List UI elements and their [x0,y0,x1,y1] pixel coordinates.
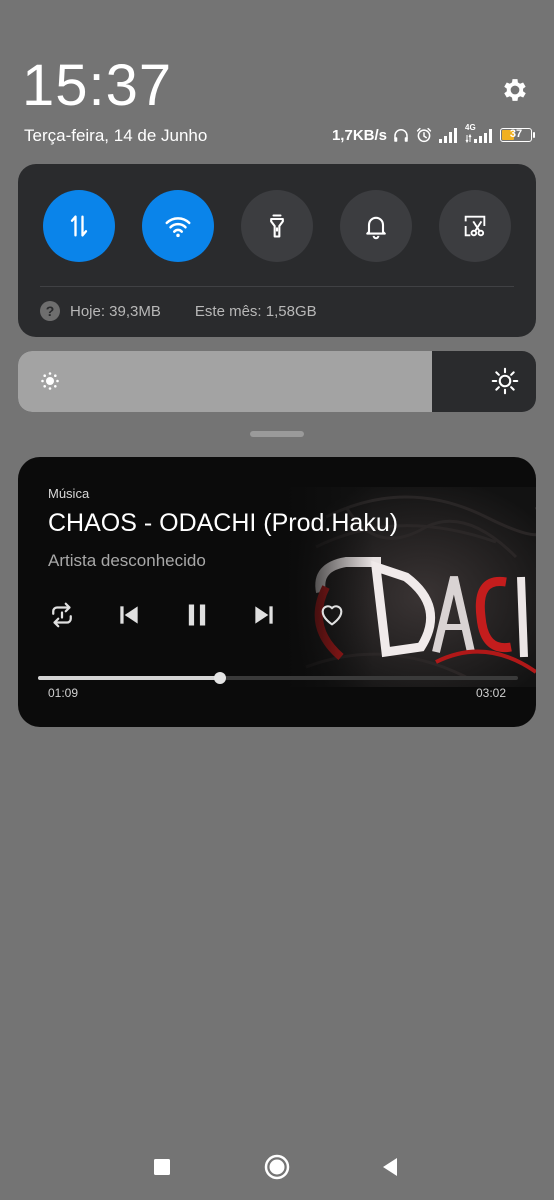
network-type: 4G [465,123,495,144]
skip-previous-icon [120,606,138,624]
alarm-icon [416,127,432,143]
back-button[interactable] [376,1153,404,1181]
media-player: Música CHAOS - ODACHI (Prod.Haku) Artist… [18,457,536,727]
track-artist: Artista desconhecido [48,551,206,570]
data-usage-month: Este mês: 1,58GB [194,302,317,320]
mobile-data-icon [70,215,88,237]
battery-level: 37 [509,128,523,140]
date-label: Terça-feira, 14 de Junho [24,126,208,145]
wifi-icon [165,217,191,238]
signal-icon [439,128,457,143]
clock: 15:37 [22,53,173,118]
current-time: 01:09 [48,686,79,700]
previous-button[interactable] [111,597,147,633]
skip-next-icon [255,606,273,624]
notification-toggle[interactable] [340,190,412,262]
heart-icon [321,605,343,626]
network-speed: 1,7KB/s [331,126,387,144]
panel-handle[interactable] [250,431,304,437]
brightness-high-icon [491,367,519,395]
next-button[interactable] [246,597,282,633]
bell-icon [366,216,386,240]
screenshot-toggle[interactable] [439,190,511,262]
seek-bar[interactable] [38,672,518,684]
data-usage[interactable]: ? Hoje: 39,3MB Este mês: 1,58GB [40,300,317,322]
screenshot-icon [464,215,486,237]
status-bar: 1,7KB/s 4G 37 [331,123,535,146]
divider [40,286,514,287]
seek-thumb[interactable] [214,672,227,684]
flashlight-icon [270,214,284,238]
brightness-slider[interactable] [18,351,536,412]
data-usage-today: Hoje: 39,3MB [70,302,161,320]
favorite-button[interactable] [314,597,350,633]
flashlight-toggle[interactable] [241,190,313,262]
quick-settings-panel: ? Hoje: 39,3MB Este mês: 1,58GB [18,164,536,337]
signal-icon [465,129,492,144]
square-icon [154,1159,170,1175]
media-app-name: Música [48,486,90,501]
triangle-back-icon [383,1158,397,1176]
home-button[interactable] [263,1153,291,1181]
help-icon: ? [40,301,60,321]
gear-icon [504,79,526,101]
pause-icon [188,604,206,626]
mobile-data-toggle[interactable] [43,190,115,262]
repeat-icon [52,602,72,628]
brightness-low-icon [41,372,59,390]
wifi-toggle[interactable] [142,190,214,262]
repeat-button[interactable] [44,597,80,633]
brightness-level [18,351,433,412]
battery-indicator: 37 [500,128,535,142]
seek-progress [38,676,221,680]
track-title: CHAOS - ODACHI (Prod.Haku) [48,509,399,537]
circle-icon [264,1154,290,1180]
pause-button[interactable] [179,597,215,633]
headset-icon [394,129,408,142]
total-time: 03:02 [475,686,506,700]
recents-button[interactable] [148,1153,176,1181]
settings-button[interactable] [500,75,530,105]
